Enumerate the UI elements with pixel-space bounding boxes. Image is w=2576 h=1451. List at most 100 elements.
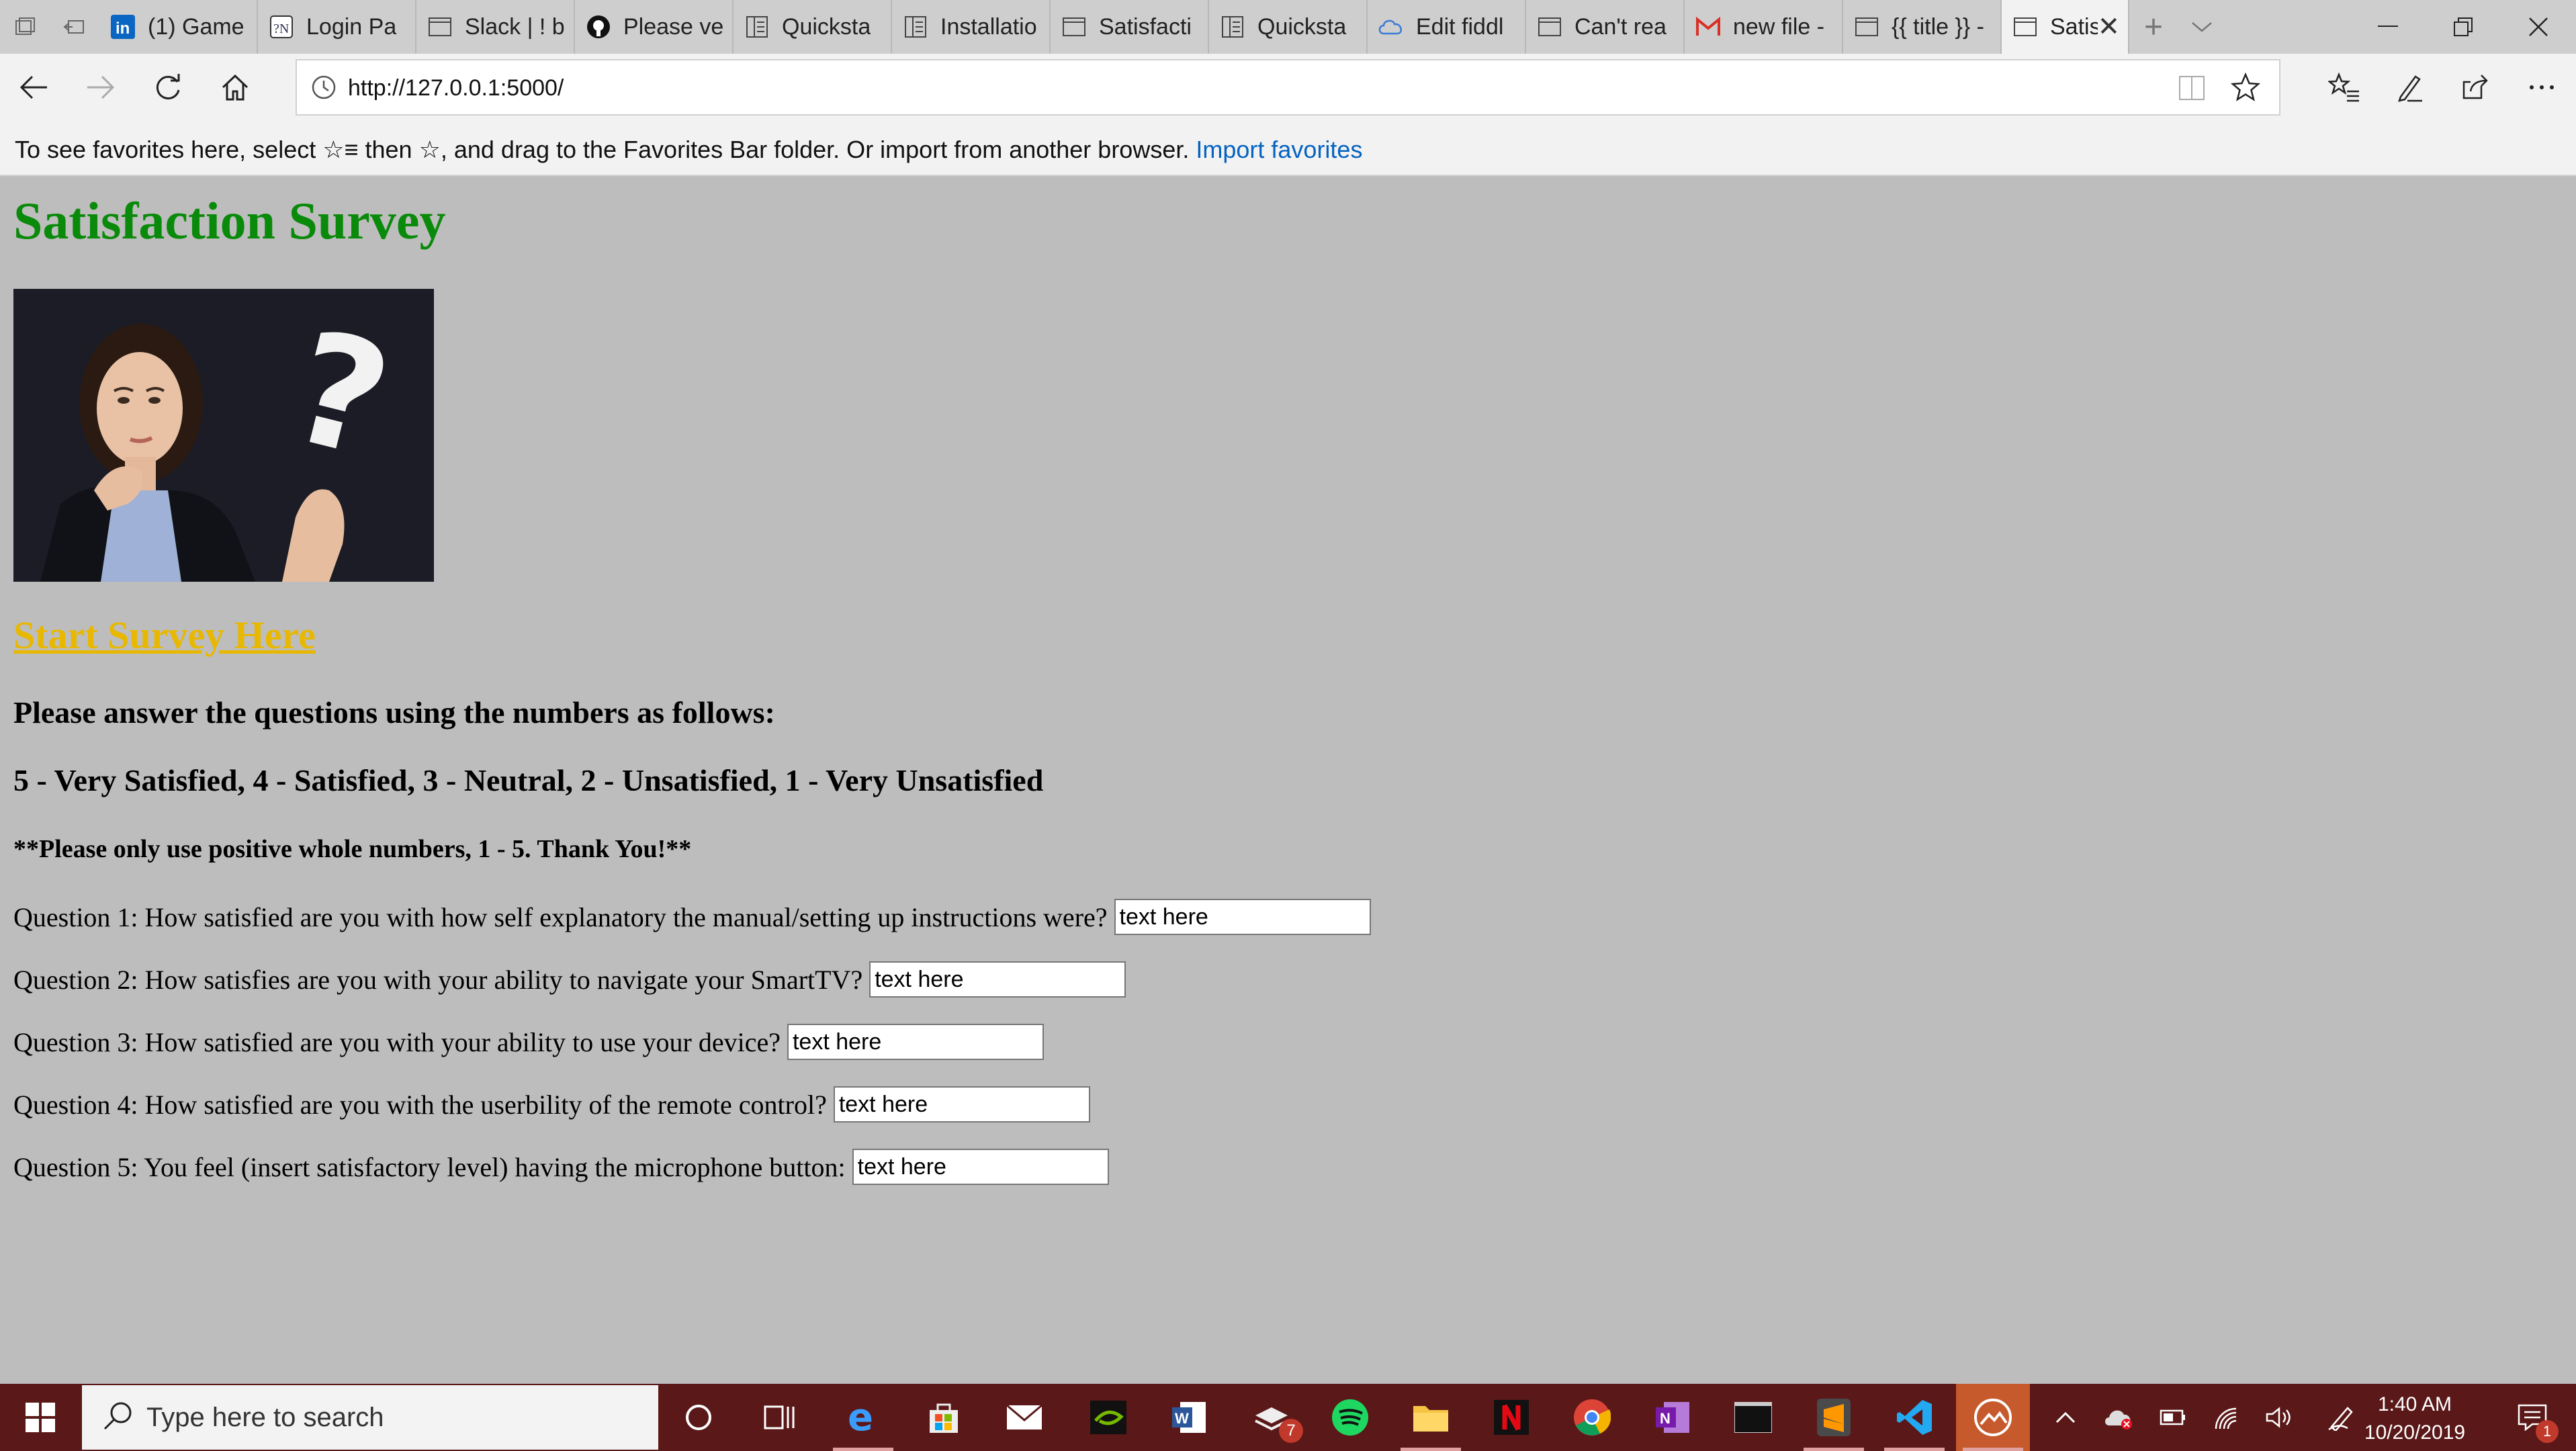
terminal-icon[interactable] xyxy=(1716,1384,1790,1451)
more-options-icon[interactable] xyxy=(2522,67,2562,107)
edge-icon[interactable]: e xyxy=(826,1384,900,1451)
login-page-icon: ?N xyxy=(267,13,296,41)
tab-label: Quicksta xyxy=(782,13,871,40)
tab-preview-chevron-icon[interactable] xyxy=(2178,0,2226,54)
tab-11[interactable]: new file - xyxy=(1685,0,1843,54)
address-bar[interactable]: http://127.0.0.1:5000/ xyxy=(296,59,2280,116)
tab-12[interactable]: {{ title }} - xyxy=(1843,0,2002,54)
site-info-icon[interactable] xyxy=(310,74,337,104)
tab-label: Please ve xyxy=(623,13,723,40)
question-label: Question 2: How satisfies are you with y… xyxy=(13,964,863,995)
tab-8[interactable]: Quicksta xyxy=(1209,0,1368,54)
tab-label: {{ title }} - xyxy=(1892,13,1984,40)
microsoft-store-icon[interactable] xyxy=(907,1384,981,1451)
share-icon[interactable] xyxy=(2456,67,2496,107)
favorites-bar: To see favorites here, select ☆≡ then ☆,… xyxy=(0,121,2576,176)
tab-label: Login Pa xyxy=(306,13,397,40)
nvidia-icon[interactable] xyxy=(1071,1384,1145,1451)
tab-5[interactable]: Quicksta xyxy=(734,0,892,54)
vscode-icon[interactable] xyxy=(1877,1384,1951,1451)
question-label: Question 4: How satisfied are you with t… xyxy=(13,1089,827,1120)
spotify-icon[interactable] xyxy=(1313,1384,1387,1451)
github-icon xyxy=(584,13,613,41)
taskbar-search-box[interactable]: Type here to search xyxy=(82,1385,658,1450)
active-app-icon[interactable] xyxy=(1956,1384,2030,1451)
mail-icon[interactable] xyxy=(987,1384,1061,1451)
page-icon xyxy=(2011,13,2039,41)
restore-icon[interactable] xyxy=(2426,0,2501,54)
question-2-input[interactable] xyxy=(869,961,1126,998)
tab-9[interactable]: Edit fiddl xyxy=(1368,0,1526,54)
start-survey-link[interactable]: Start Survey Here xyxy=(13,613,316,658)
close-tab-icon[interactable]: ✕ xyxy=(2098,11,2119,42)
tab-label: Quicksta xyxy=(1257,13,1347,40)
import-favorites-link[interactable]: Import favorites xyxy=(1196,136,1362,163)
instructions-heading: Please answer the questions using the nu… xyxy=(13,695,775,730)
tab-active[interactable]: Satis ✕ xyxy=(2002,0,2129,54)
search-icon xyxy=(102,1401,133,1435)
question-row: Question 3: How satisfied are you with y… xyxy=(13,1024,1044,1060)
system-clock[interactable]: 1:40 AM 10/20/2019 xyxy=(2358,1391,2472,1447)
question-label: Question 1: How satisfied are you with h… xyxy=(13,902,1108,932)
question-label: Question 5: You feel (insert satisfactor… xyxy=(13,1151,846,1182)
task-view-icon[interactable] xyxy=(742,1384,816,1451)
question-row: Question 4: How satisfied are you with t… xyxy=(13,1086,1090,1123)
favorites-hub-icon[interactable] xyxy=(2324,67,2364,107)
favorite-star-icon[interactable] xyxy=(2230,72,2261,105)
question-1-input[interactable] xyxy=(1114,899,1371,935)
netflix-icon[interactable] xyxy=(1474,1384,1548,1451)
onenote-icon[interactable]: N xyxy=(1636,1384,1709,1451)
search-placeholder: Type here to search xyxy=(146,1402,384,1432)
sublime-text-icon[interactable] xyxy=(1797,1384,1871,1451)
reading-view-icon[interactable] xyxy=(2178,75,2205,104)
address-toolbar: http://127.0.0.1:5000/ xyxy=(0,54,2576,121)
minimize-icon[interactable] xyxy=(2350,0,2426,54)
app-badge-icon[interactable]: 7 xyxy=(1235,1384,1308,1451)
tab-3[interactable]: Slack | ! b xyxy=(416,0,575,54)
chrome-icon[interactable] xyxy=(1555,1384,1629,1451)
tab-7[interactable]: Satisfacti xyxy=(1051,0,1209,54)
tab-actions-icon[interactable] xyxy=(0,0,50,54)
refresh-icon[interactable] xyxy=(148,67,188,107)
svg-text:?N: ?N xyxy=(273,21,289,36)
show-hidden-icons-chevron[interactable] xyxy=(2035,1384,2096,1451)
battery-icon[interactable] xyxy=(2143,1384,2203,1451)
word-icon[interactable]: W xyxy=(1152,1384,1226,1451)
action-center-icon[interactable]: 1 xyxy=(2495,1384,2569,1451)
cortana-icon[interactable] xyxy=(662,1384,736,1451)
onedrive-error-icon[interactable] xyxy=(2089,1384,2149,1451)
volume-icon[interactable] xyxy=(2250,1384,2311,1451)
tab-10[interactable]: Can't rea xyxy=(1526,0,1685,54)
url-text[interactable]: http://127.0.0.1:5000/ xyxy=(348,75,564,101)
web-note-icon[interactable] xyxy=(2390,67,2430,107)
favorites-bar-text: To see favorites here, select ☆≡ then ☆,… xyxy=(15,136,1190,163)
new-tab-icon[interactable]: + xyxy=(2129,0,2178,54)
question-5-input[interactable] xyxy=(852,1149,1109,1185)
close-window-icon[interactable] xyxy=(2501,0,2576,54)
windows-start-icon[interactable] xyxy=(0,1384,81,1451)
question-4-input[interactable] xyxy=(833,1086,1090,1123)
home-icon[interactable] xyxy=(215,67,255,107)
wifi-icon[interactable] xyxy=(2196,1384,2257,1451)
question-row: Question 1: How satisfied are you with h… xyxy=(13,899,1371,935)
docs-icon xyxy=(743,13,771,41)
set-tabs-aside-icon[interactable] xyxy=(50,0,99,54)
tab-6[interactable]: Installatio xyxy=(892,0,1051,54)
svg-text:N: N xyxy=(1660,1410,1671,1427)
whole-numbers-note: **Please only use positive whole numbers… xyxy=(13,835,692,863)
svg-text:W: W xyxy=(1175,1410,1189,1427)
tab-2[interactable]: ?N Login Pa xyxy=(258,0,416,54)
rating-scale-heading: 5 - Very Satisfied, 4 - Satisfied, 3 - N… xyxy=(13,763,1044,797)
docs-icon xyxy=(901,13,930,41)
notification-count-badge: 1 xyxy=(2536,1420,2559,1443)
question-3-input[interactable] xyxy=(787,1024,1044,1060)
tab-label: Edit fiddl xyxy=(1416,13,1504,40)
tab-label: Satis xyxy=(2050,13,2098,40)
back-icon[interactable] xyxy=(13,67,54,107)
tab-4[interactable]: Please ve xyxy=(575,0,734,54)
tab-label: new file - xyxy=(1733,13,1825,40)
file-explorer-icon[interactable] xyxy=(1394,1384,1468,1451)
svg-text:in: in xyxy=(116,19,130,38)
tab-1[interactable]: in (1) Game xyxy=(99,0,258,54)
forward-icon[interactable] xyxy=(81,67,121,107)
